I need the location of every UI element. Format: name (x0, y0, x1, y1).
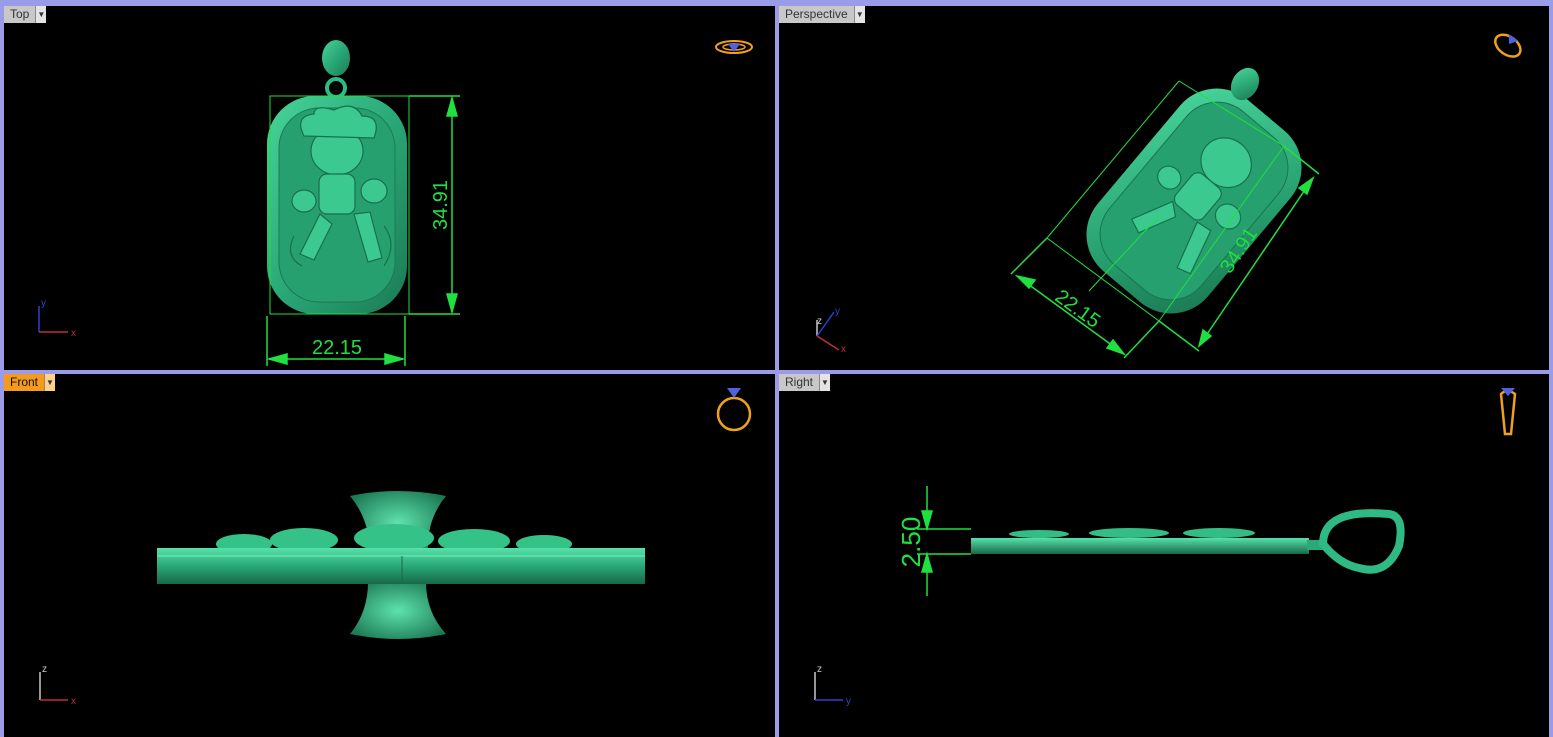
dimension-height-label: 34.91 (430, 180, 452, 230)
chevron-down-icon[interactable]: ▼ (45, 374, 56, 391)
viewport-perspective[interactable]: Perspective ▼ 34.91 22.15 z y x (779, 6, 1549, 370)
viewport-tab-perspective[interactable]: Perspective ▼ (779, 6, 865, 23)
viewport-title: Right (779, 374, 821, 391)
ring-side-view-icon[interactable] (1499, 388, 1517, 436)
viewport-tab-front[interactable]: Front ▼ (4, 374, 56, 391)
axis-indicator: z y (814, 664, 851, 707)
axis-x-label: x (71, 696, 76, 707)
axis-z-label: z (817, 664, 822, 675)
axis-y-label: y (846, 696, 851, 707)
relief-profile (1009, 528, 1255, 538)
ring-perspective-view-icon[interactable] (1491, 29, 1525, 61)
axis-y-label: y (835, 306, 840, 317)
chevron-down-icon[interactable]: ▼ (854, 6, 865, 23)
pendant-bail (322, 40, 350, 76)
axis-indicator: y x (38, 298, 76, 339)
perspective-view-scene: 34.91 22.15 z y x (816, 29, 1525, 359)
pendant-plate-side (971, 538, 1309, 554)
dimension-thickness-label: 2.50 (896, 517, 926, 568)
ring-top-view-icon[interactable] (715, 40, 753, 54)
front-view-scene: z x (39, 388, 752, 707)
top-view-scene: 34.91 22.15 y x (38, 40, 753, 366)
right-view-scene: 2.50 z y (814, 388, 1517, 707)
viewport-title: Front (4, 374, 46, 391)
chevron-down-icon[interactable]: ▼ (820, 374, 831, 391)
axis-x-label: x (841, 344, 846, 355)
pendant-jump-ring (325, 77, 347, 99)
dimension-width-label: 22.15 (1051, 286, 1104, 333)
dimension-width-label: 22.15 (312, 337, 362, 359)
pendant-perspective (1086, 88, 1302, 314)
axis-z-label: z (817, 316, 822, 327)
axis-indicator: z y x (816, 306, 846, 355)
viewport-right[interactable]: Right ▼ 2.50 z y (779, 374, 1549, 737)
viewport-title: Top (4, 6, 37, 23)
axis-indicator: z x (39, 664, 76, 707)
axis-x-label: x (71, 328, 76, 339)
viewport-front[interactable]: Front ▼ z x (4, 374, 775, 737)
pendant-bail-loop (1318, 509, 1405, 574)
viewport-title: Perspective (779, 6, 855, 23)
viewport-top[interactable]: Top ▼ 34.91 22.15 y x (4, 6, 775, 370)
axis-z-label: z (42, 664, 47, 675)
chevron-down-icon[interactable]: ▼ (36, 6, 47, 23)
axis-y-label: y (41, 298, 46, 309)
viewport-tab-right[interactable]: Right ▼ (779, 374, 831, 391)
pendant-plate-edge (157, 548, 645, 584)
viewport-tab-top[interactable]: Top ▼ (4, 6, 47, 23)
ring-front-view-icon[interactable] (716, 388, 752, 432)
viewport-grid: Top ▼ 34.91 22.15 y x Perspective ▼ 34.9… (0, 0, 1553, 737)
pendant-bail-lower (350, 582, 446, 639)
